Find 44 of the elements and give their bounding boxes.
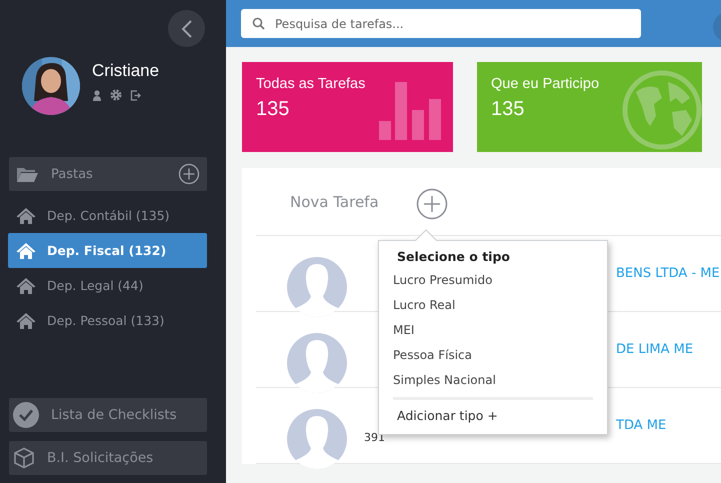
company-link[interactable]: BENS LTDA - ME <box>616 266 720 281</box>
stat-card[interactable]: Todas as Tarefas 135 <box>242 62 453 152</box>
company-link[interactable]: TDA ME <box>616 418 666 433</box>
globe-icon <box>622 70 702 150</box>
company-link[interactable]: DE LIMA ME <box>616 342 694 357</box>
home-icon <box>16 277 36 294</box>
checkmark-icon <box>13 402 39 428</box>
folder-item[interactable]: Dep. Contábil (135) <box>8 198 207 233</box>
folder-item[interactable]: Dep. Pessoal (133) <box>8 303 207 338</box>
card-title: Que eu Participo <box>491 76 600 92</box>
settings-icon[interactable] <box>110 89 122 101</box>
home-icon <box>16 242 36 259</box>
new-task-label: Nova Tarefa <box>290 192 379 210</box>
card-count: 135 <box>256 98 290 121</box>
type-option[interactable]: Lucro Real <box>393 293 593 318</box>
avatar-icon <box>286 332 348 394</box>
folder-item[interactable]: Dep. Legal (44) <box>8 268 207 303</box>
sidebar-button[interactable]: Lista de Checklists <box>9 398 207 432</box>
home-icon <box>16 312 36 329</box>
cube-icon <box>13 447 35 469</box>
chevron-left-icon <box>180 18 192 38</box>
user-icon[interactable] <box>92 90 102 100</box>
folder-icon <box>17 166 38 182</box>
folders-label: Pastas <box>51 166 94 182</box>
logout-icon[interactable] <box>130 90 141 100</box>
bar-chart-icon <box>379 82 441 140</box>
type-option[interactable]: MEI <box>393 318 593 343</box>
type-option[interactable]: Pessoa Física <box>393 343 593 368</box>
card-count: 135 <box>491 98 526 121</box>
search-field[interactable]: Pesquisa de tarefas... <box>241 9 641 38</box>
sidebar-button[interactable]: B.I. Solicitações <box>9 441 207 475</box>
add-task-icon[interactable] <box>416 188 448 220</box>
type-option[interactable]: Lucro Presumido <box>393 268 593 293</box>
collapse-button[interactable] <box>168 10 205 47</box>
add-folder-icon[interactable] <box>178 163 200 185</box>
stat-card[interactable]: Que eu Participo 135 <box>477 62 702 152</box>
card-title: Todas as Tarefas <box>256 76 366 92</box>
user-name: Cristiane <box>92 61 160 81</box>
folder-item[interactable]: Dep. Fiscal (132) <box>8 233 207 268</box>
type-option[interactable]: Simples Nacional <box>393 368 593 393</box>
popup-title: Selecione o tipo <box>397 249 511 264</box>
add-type-link[interactable]: Adicionar tipo + <box>397 406 593 426</box>
avatar-icon <box>286 256 348 318</box>
home-icon <box>16 207 36 224</box>
